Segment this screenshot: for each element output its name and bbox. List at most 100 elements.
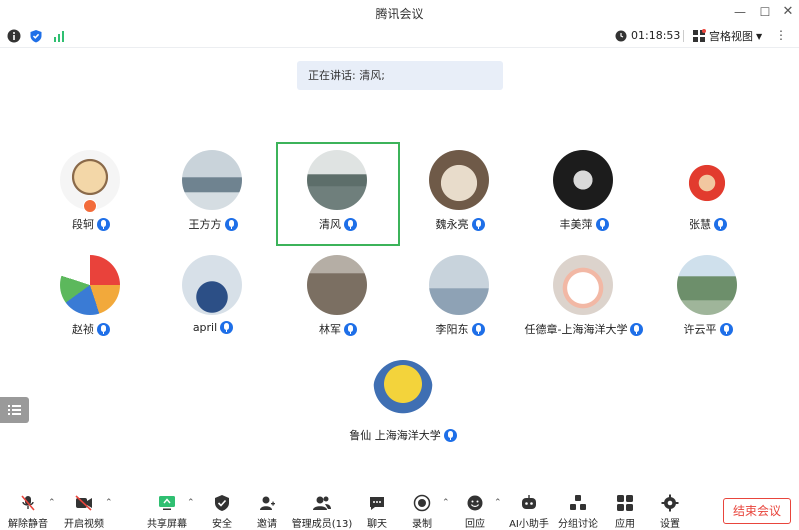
apps-grid-icon [617,495,633,511]
participant-tile[interactable]: 王方方 [151,142,275,246]
chevron-up-icon[interactable]: ⌃ [48,498,56,508]
participant-tile[interactable]: 丰美萍 [522,142,646,246]
chat-bubble-icon [370,497,384,510]
participant-name: 赵祯 [72,323,94,336]
participant-name: 任德章-上海海洋大学 [524,323,628,336]
participant-tile[interactable]: 段轲 [29,142,153,246]
maximize-button[interactable]: ☐ [756,3,774,21]
video-button[interactable]: 开启视频 [56,494,112,530]
ai-assistant-icon [522,495,536,509]
security-shield-icon [215,495,229,511]
title-bar: 腾讯会议 — ☐ ✕ [0,0,799,24]
invite-label: 邀请 [257,519,277,530]
member-list-toggle[interactable] [0,397,29,423]
meeting-toolbar: 解除静音 ⌃ 开启视频 ⌃ 共享屏幕 ⌃ 安全 邀请 管理成员(13) 聊天 录… [0,490,799,530]
avatar [307,255,367,315]
invite-user-icon [260,496,275,510]
settings-label: 设置 [660,519,680,530]
participant-tile[interactable]: 魏永亮 [398,142,522,246]
breakout-rooms-icon [570,495,586,510]
settings-button[interactable]: 设置 [642,494,698,530]
mic-icon [220,321,234,334]
window-title: 腾讯会议 [375,7,424,21]
mic-muted-icon [21,495,35,511]
info-icon[interactable] [7,29,21,43]
mic-icon [97,322,110,336]
clock-icon [615,30,627,41]
participant-tile[interactable]: 林军 [276,247,400,351]
ai-label: AI小助手 [509,519,549,530]
participant-name: 鲁仙 上海海洋大学 [349,429,441,442]
participant-name: 张慧 [689,218,711,231]
chevron-up-icon[interactable]: ⌃ [105,498,113,508]
mic-icon [224,217,238,231]
manage-members-button[interactable]: 管理成员(13) [288,494,356,530]
avatar [60,255,120,315]
mic-icon [595,217,609,231]
mic-icon [344,322,357,336]
avatar [677,255,737,315]
participant-name: 李阳东 [435,323,469,336]
video-off-icon [75,495,92,511]
mic-icon [630,322,644,336]
record-icon [413,494,431,512]
participant-tile[interactable]: 张慧 [646,142,770,246]
signal-icon[interactable] [52,29,66,43]
end-meeting-button[interactable]: 结束会议 [723,498,791,524]
meeting-timer: 01:18:53 [615,29,680,42]
speaking-banner: 正在讲话: 清风; [297,61,503,90]
participant-tile[interactable]: 任德章-上海海洋大学 [522,247,646,351]
timer-text: 01:18:53 [631,29,681,42]
close-button[interactable]: ✕ [779,3,797,21]
participant-tile[interactable]: 赵祯 [29,247,153,351]
mic-icon [719,322,733,336]
smile-reaction-icon [467,495,483,511]
participant-name: 丰美萍 [559,218,593,231]
reaction-label: 回应 [465,519,485,530]
divider [683,30,684,42]
view-switch-button[interactable]: 宫格视图 ▼ [692,28,762,44]
participant-tile[interactable]: april [151,247,275,351]
participant-tile[interactable]: 李阳东 [398,247,522,351]
participant-name: april [192,321,218,334]
participant-name: 魏永亮 [435,218,469,231]
avatar [429,255,489,315]
participant-name: 清风 [319,218,341,231]
mic-icon [97,217,110,231]
mic-icon [344,217,357,231]
members-label: 管理成员(13) [291,519,353,530]
mic-icon [714,217,727,231]
avatar [182,150,242,210]
participant-tile[interactable]: 许云平 [646,247,770,351]
more-icon[interactable]: ⋮ [775,28,787,42]
participant-tile-active[interactable]: 清风 [276,142,400,246]
chevron-down-icon: ▼ [756,31,763,41]
avatar [373,360,433,420]
mic-icon [443,428,457,442]
participant-tile[interactable]: 鲁仙 上海海洋大学 [338,352,468,456]
shield-icon[interactable] [29,29,43,43]
share-screen-icon [159,496,175,510]
members-icon [313,496,331,510]
host-badge-icon [83,199,97,213]
record-label: 录制 [412,519,432,530]
gear-icon [661,494,679,512]
participant-name: 许云平 [683,323,717,336]
video-label: 开启视频 [64,519,104,530]
avatar [553,150,613,210]
participant-name: 段轲 [72,218,94,231]
avatar [553,255,613,315]
view-label: 宫格视图 [709,30,753,43]
avatar [429,150,489,210]
share-label: 共享屏幕 [147,519,187,530]
avatar [182,255,242,315]
unmute-label: 解除静音 [8,519,48,530]
grid-view-icon [693,29,706,42]
meeting-info-bar: 01:18:53 宫格视图 ▼ ⋮ [0,24,799,48]
invite-button[interactable]: 邀请 [239,494,295,530]
minimize-button[interactable]: — [731,3,749,21]
ai-assistant-button[interactable]: AI小助手 [501,494,557,530]
mic-icon [471,217,485,231]
avatar [677,150,737,210]
participant-name: 林军 [319,323,341,336]
